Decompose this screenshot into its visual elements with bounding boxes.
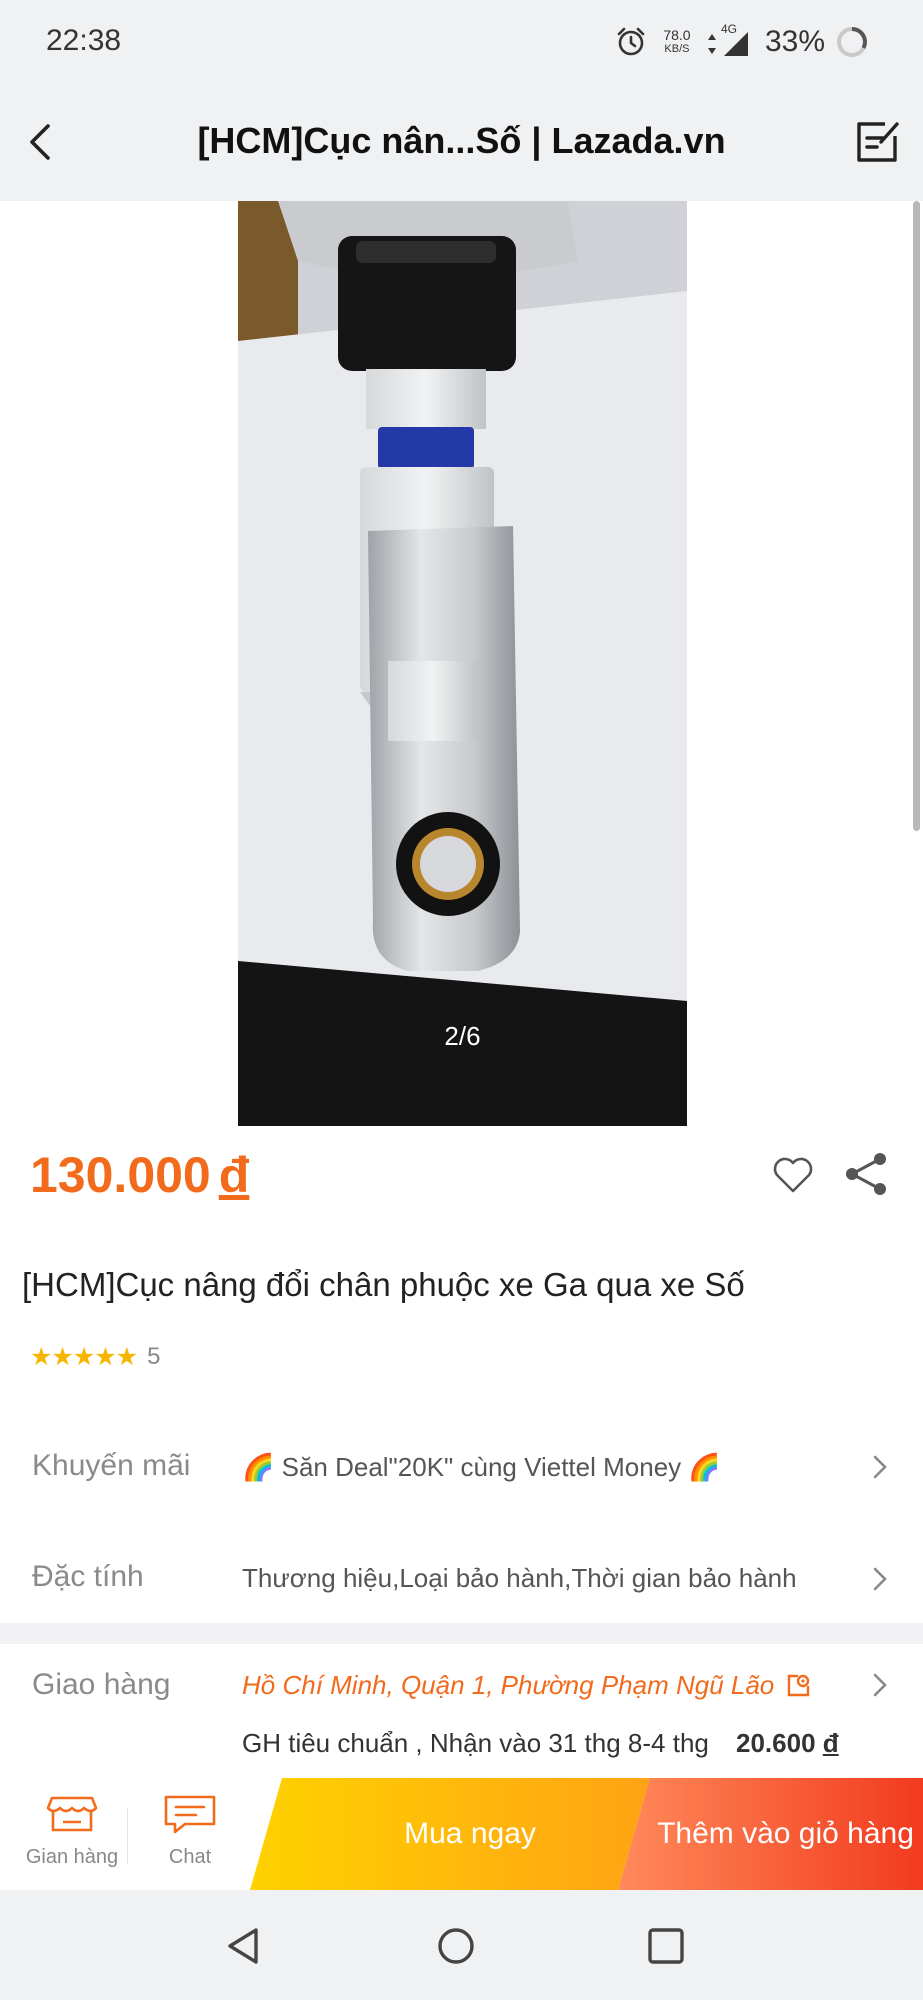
chevron-right-icon xyxy=(873,1673,887,1697)
shop-button[interactable]: Gian hàng xyxy=(16,1794,128,1878)
product-content[interactable]: 2/6 130.000 đ [HCM]Cục nâng đổi chân phuộ… xyxy=(0,201,923,1778)
shipping-fee-value: 20.600 xyxy=(736,1728,816,1758)
rating-count: 5 xyxy=(147,1343,161,1370)
alarm-icon xyxy=(617,27,645,56)
bottom-action-bar: Gian hàng Chat Mua ngay Thêm vào giỏ hàn… xyxy=(0,1778,923,1890)
shipping-row[interactable]: Giao hàng Hồ Chí Minh, Quận 1, Phường Ph… xyxy=(0,1644,923,1778)
clock: 22:38 xyxy=(46,24,122,57)
back-button[interactable] xyxy=(14,114,70,170)
promotion-row[interactable]: Khuyến mãi 🌈 Săn Deal"20K" cùng Viettel … xyxy=(0,1422,923,1513)
product-rating[interactable]: ★★★★★ 5 xyxy=(30,1342,160,1372)
product-name: [HCM]Cục nâng đổi chân phuộc xe Ga qua x… xyxy=(22,1266,745,1303)
shipping-fee: 20.600 đ xyxy=(736,1728,839,1759)
system-navigation-bar xyxy=(0,1890,923,2000)
network-signal: 4G xyxy=(707,22,751,58)
status-bar: 22:38 78.0 KB/S 4G 33% xyxy=(0,0,923,84)
specification-label: Đặc tính xyxy=(32,1560,144,1593)
product-photo[interactable]: 2/6 xyxy=(238,201,687,1126)
network-speed: 78.0 KB/S xyxy=(657,28,697,56)
price: 130.000 đ xyxy=(30,1146,249,1204)
shipping-location-text: Hồ Chí Minh, Quận 1, Phường Phạm Ngũ Lão xyxy=(242,1670,775,1700)
specification-row[interactable]: Đặc tính Thương hiệu,Loại bảo hành,Thời … xyxy=(0,1535,923,1623)
scroll-indicator[interactable] xyxy=(913,201,920,831)
chevron-right-icon xyxy=(873,1455,887,1479)
shipping-location[interactable]: Hồ Chí Minh, Quận 1, Phường Phạm Ngũ Lão xyxy=(242,1670,812,1701)
chevron-right-icon xyxy=(873,1567,887,1591)
chat-label: Chat xyxy=(168,1846,212,1868)
chat-icon xyxy=(164,1795,216,1834)
buy-now-button[interactable]: Mua ngay xyxy=(250,1778,650,1890)
shock-mount-photo xyxy=(238,201,687,1126)
share-button[interactable] xyxy=(842,1150,890,1198)
specification-value: Thương hiệu,Loại bảo hành,Thời gian bảo … xyxy=(242,1563,797,1593)
image-gallery[interactable]: 2/6 xyxy=(0,201,923,1126)
shipping-detail: GH tiêu chuẩn , Nhận vào 31 thg 8-4 thg xyxy=(242,1728,709,1758)
circle-home-icon xyxy=(438,1928,474,1964)
nav-home-button[interactable] xyxy=(426,1916,486,1976)
nav-recents-button[interactable] xyxy=(636,1916,696,1976)
chat-button[interactable]: Chat xyxy=(140,1794,240,1878)
square-recents-icon xyxy=(648,1928,684,1964)
price-currency: đ xyxy=(218,1147,250,1203)
edit-note-button[interactable] xyxy=(847,112,907,172)
location-edit-icon xyxy=(788,1674,810,1696)
wishlist-button[interactable] xyxy=(770,1152,816,1198)
store-icon xyxy=(46,1796,98,1832)
signal-icon xyxy=(723,32,748,56)
price-value: 130.000 xyxy=(30,1147,211,1203)
speed-unit: KB/S xyxy=(664,43,690,55)
battery-ring-icon xyxy=(837,27,867,57)
shop-label: Gian hàng xyxy=(25,1846,119,1868)
battery-level: 33% xyxy=(764,25,825,58)
star-rating-icon: ★★★★★ xyxy=(30,1343,138,1371)
image-counter: 2/6 xyxy=(444,1021,481,1051)
add-to-cart-button[interactable]: Thêm vào giỏ hàng xyxy=(618,1778,923,1890)
shipping-label: Giao hàng xyxy=(32,1668,171,1701)
status-icons: 78.0 KB/S 4G 33% xyxy=(615,20,869,64)
promotion-value: 🌈 Săn Deal"20K" cùng Viettel Money 🌈 xyxy=(242,1452,721,1482)
page-title: [HCM]Cục nân...Số | Lazada.vn xyxy=(197,120,726,161)
speed-value: 78.0 xyxy=(663,27,691,43)
shipping-fee-currency: đ xyxy=(822,1728,839,1758)
heart-icon xyxy=(773,1157,813,1193)
nav-back-button[interactable] xyxy=(214,1916,274,1976)
price-section: 130.000 đ [HCM]Cục nâng đổi chân phuộc xe… xyxy=(0,1126,923,1602)
edit-note-icon xyxy=(857,122,899,162)
share-icon xyxy=(846,1153,886,1195)
back-arrow-icon xyxy=(30,124,50,160)
action-divider xyxy=(127,1808,128,1864)
triangle-back-icon xyxy=(228,1928,258,1964)
promotion-label: Khuyến mãi xyxy=(32,1449,191,1482)
title-bar: [HCM]Cục nân...Số | Lazada.vn xyxy=(0,84,923,201)
data-arrows-icon xyxy=(707,34,716,54)
